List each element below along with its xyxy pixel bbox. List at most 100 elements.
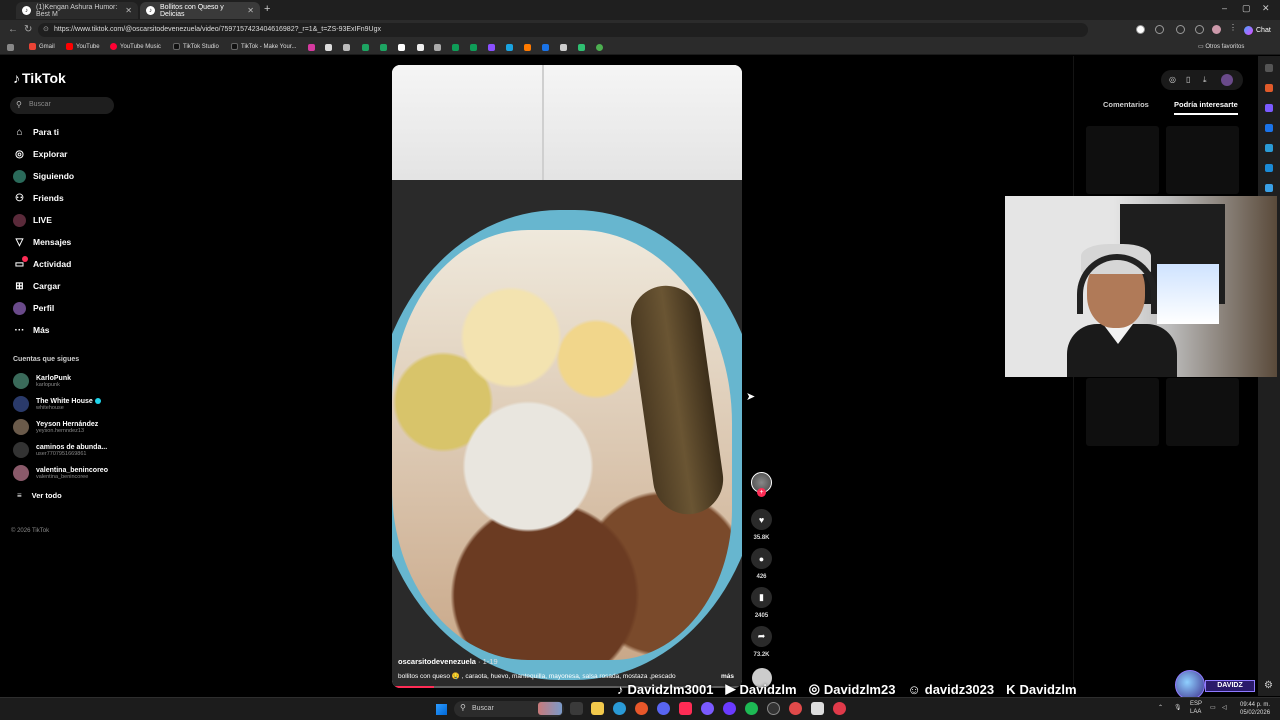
sidebar-item-explorar[interactable]: ◎ Explorar	[13, 147, 67, 161]
bookmark-youtube[interactable]: YouTube	[66, 43, 100, 50]
search-icon[interactable]	[1265, 64, 1273, 72]
bookmark-icon[interactable]	[524, 44, 531, 51]
avatar[interactable]	[1221, 74, 1233, 86]
bookmark-icon[interactable]	[542, 44, 549, 51]
bookmark-tiktok[interactable]: TikTok - Make Your...	[231, 43, 296, 50]
obs-icon[interactable]	[767, 702, 780, 715]
extension-icon[interactable]	[1265, 164, 1273, 172]
discord-icon[interactable]	[657, 702, 670, 715]
app-icon[interactable]	[701, 702, 714, 715]
comment-button[interactable]: ●	[751, 548, 772, 569]
see-all-button[interactable]: ≡ Ver todo	[17, 491, 62, 500]
video-player[interactable]: oscarsitodevenezuela · 1-19 bollitos con…	[392, 65, 742, 688]
bookmark-youtube-music[interactable]: YouTube Music	[110, 43, 161, 50]
extension-icon[interactable]	[1136, 25, 1145, 34]
bookmark-icon[interactable]	[343, 44, 350, 51]
language-indicator[interactable]: ESP LAA	[1190, 700, 1202, 716]
bookmark-icon[interactable]	[470, 44, 477, 51]
extension-icon[interactable]	[1265, 84, 1273, 92]
bookmark-icon[interactable]	[596, 44, 603, 51]
tiktok-logo[interactable]: ♪ TikTok	[13, 70, 66, 86]
sidebar-item-cargar[interactable]: ⊞ Cargar	[13, 279, 60, 293]
chat-button[interactable]: Chat	[1244, 24, 1271, 36]
follow-button[interactable]: +	[757, 488, 766, 497]
extension-icon[interactable]	[1265, 104, 1273, 112]
extension-icon[interactable]	[1155, 25, 1164, 34]
monitor-icon[interactable]: ▭	[1210, 704, 1216, 711]
tab-comentarios[interactable]: Comentarios	[1103, 100, 1149, 109]
bookmark-icon[interactable]	[506, 44, 513, 51]
bookmark-icon[interactable]	[398, 44, 405, 51]
followed-account[interactable]: KarloPunk karlopunk	[13, 372, 71, 390]
profile-avatar-icon[interactable]	[1212, 25, 1221, 34]
followed-account[interactable]: Yeyson Hernández yeyson.hernndez13	[13, 418, 98, 436]
app-icon[interactable]	[833, 702, 846, 715]
sidebar-item-mas[interactable]: ··· Más	[13, 323, 50, 337]
tiktok-icon[interactable]	[679, 702, 692, 715]
extension-icon[interactable]	[1265, 184, 1273, 192]
extension-icon[interactable]	[1195, 25, 1204, 34]
sidebar-item-actividad[interactable]: ▭ Actividad	[13, 255, 71, 271]
close-icon[interactable]: ✕	[247, 6, 254, 15]
share-button[interactable]: ➦	[751, 626, 772, 647]
brave-icon[interactable]	[635, 702, 648, 715]
device-icon[interactable]: ▯	[1186, 75, 1190, 84]
chevron-up-icon[interactable]: ⌃	[1158, 704, 1163, 711]
bookmark-icon[interactable]	[417, 44, 424, 51]
sidebar-item-live[interactable]: LIVE	[13, 213, 52, 227]
video-author[interactable]: oscarsitodevenezuela · 1-19	[398, 657, 498, 666]
file-explorer-icon[interactable]	[591, 702, 604, 715]
followed-account[interactable]: valentina_benincoreo valentina_benincoree	[13, 464, 108, 482]
site-info-icon[interactable]: ⊙	[43, 25, 49, 33]
task-view-icon[interactable]	[570, 702, 583, 715]
close-icon[interactable]: ✕	[125, 6, 132, 15]
bookmark-icon[interactable]	[308, 44, 315, 51]
bookmark-tiktok-studio[interactable]: TikTok Studio	[173, 43, 219, 50]
browser-tab[interactable]: ♪ (1)Kengan Ashura Humor: Best M ✕	[16, 2, 138, 19]
compass-icon[interactable]: ◎	[1169, 75, 1176, 84]
new-tab-button[interactable]: +	[264, 3, 270, 15]
maximize-icon[interactable]: ▢	[1242, 3, 1251, 14]
suggested-video-thumbnail[interactable]	[1166, 378, 1239, 446]
suggested-video-thumbnail[interactable]	[1086, 378, 1159, 446]
bookmark-icon[interactable]	[434, 44, 441, 51]
suggested-video-thumbnail[interactable]	[1086, 126, 1159, 194]
download-icon[interactable]: ⤓	[1203, 75, 1207, 85]
apps-icon[interactable]	[7, 44, 14, 51]
close-window-icon[interactable]: ✕	[1262, 3, 1270, 14]
app-icon[interactable]	[723, 702, 736, 715]
url-field[interactable]: ⊙ https://www.tiktok.com/@oscarsitodeven…	[38, 23, 1088, 37]
sidebar-item-perfil[interactable]: Perfil	[13, 301, 54, 315]
browser-tab-active[interactable]: ♪ Bollitos con Queso y Delicias ✕	[140, 2, 260, 19]
edge-icon[interactable]	[613, 702, 626, 715]
bookmark-icon[interactable]	[560, 44, 567, 51]
bookmark-icon[interactable]	[452, 44, 459, 51]
spotify-icon[interactable]	[745, 702, 758, 715]
extension-icon[interactable]	[1265, 144, 1273, 152]
extension-icon[interactable]	[1176, 25, 1185, 34]
tab-podria-interesarte[interactable]: Podría interesarte	[1174, 100, 1238, 115]
sidebar-item-para-ti[interactable]: ⌂ Para ti	[13, 125, 59, 139]
windows-start-icon[interactable]	[436, 704, 447, 715]
bookmark-gmail[interactable]: Gmail	[29, 43, 55, 50]
minimize-icon[interactable]: –	[1222, 3, 1227, 13]
bookmark-icon[interactable]	[325, 44, 332, 51]
search-highlight-icon[interactable]	[538, 702, 562, 715]
sidebar-item-siguiendo[interactable]: Siguiendo	[13, 169, 74, 183]
bookmark-icon[interactable]	[380, 44, 387, 51]
gear-icon[interactable]: ⚙	[1264, 680, 1273, 691]
back-icon[interactable]: ←	[8, 24, 18, 35]
clock[interactable]: 09:44 p. m. 05/02/2026	[1240, 701, 1270, 717]
sidebar-item-friends[interactable]: ⚇ Friends	[13, 191, 64, 205]
bookmark-icon[interactable]	[488, 44, 495, 51]
menu-dots-icon[interactable]: ⋮	[1229, 23, 1238, 32]
sidebar-item-mensajes[interactable]: ▽ Mensajes	[13, 235, 72, 249]
followed-account[interactable]: The White House whitehouse	[13, 395, 101, 413]
other-favorites[interactable]: ▭ Otros favoritos	[1198, 43, 1244, 50]
reload-icon[interactable]: ↻	[24, 24, 32, 35]
microphone-icon[interactable]: 🎙	[1174, 704, 1182, 711]
app-icon[interactable]	[811, 702, 824, 715]
bookmark-icon[interactable]	[578, 44, 585, 51]
volume-icon[interactable]: ◁	[1222, 704, 1227, 711]
app-icon[interactable]	[789, 702, 802, 715]
